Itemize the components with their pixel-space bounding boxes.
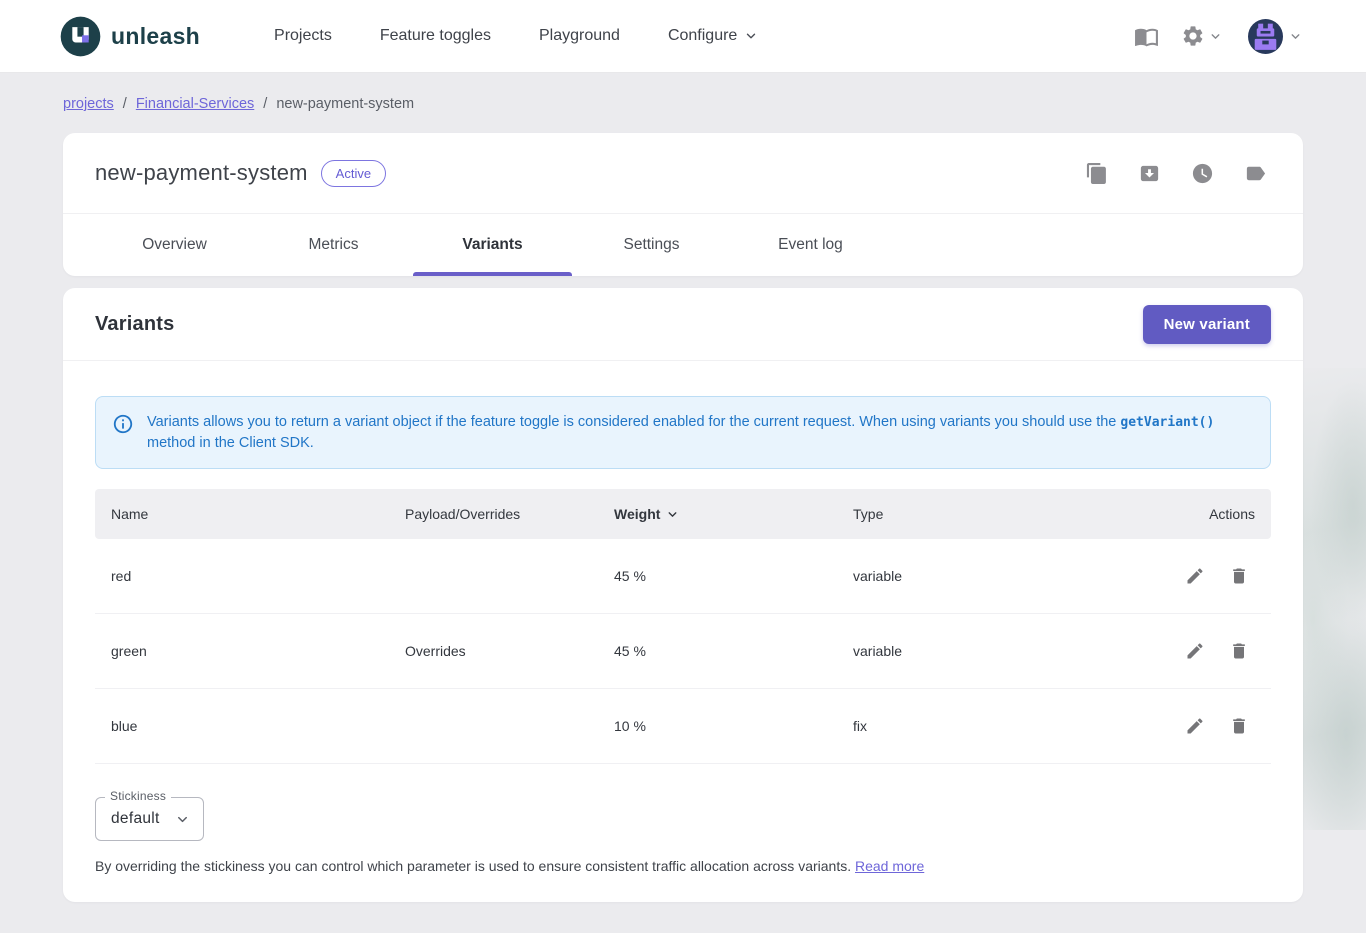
variants-card: Variants New variant Variants allows you… bbox=[63, 288, 1303, 902]
delete-variant-button[interactable] bbox=[1223, 710, 1255, 742]
variant-row-green: green Overrides 45 % variable bbox=[95, 614, 1271, 689]
tab-overview[interactable]: Overview bbox=[95, 214, 254, 276]
copy-icon bbox=[1085, 162, 1108, 185]
edit-variant-button[interactable] bbox=[1179, 635, 1211, 667]
variant-type: variable bbox=[853, 568, 1100, 584]
tag-icon bbox=[1244, 162, 1267, 185]
nav-item-playground[interactable]: Playground bbox=[539, 27, 620, 45]
settings-menu-button[interactable] bbox=[1177, 20, 1226, 52]
breadcrumb: projects / Financial-Services / new-paym… bbox=[63, 96, 1303, 112]
delete-variant-button[interactable] bbox=[1223, 635, 1255, 667]
variant-name: green bbox=[111, 643, 405, 659]
chevron-down-icon bbox=[1289, 30, 1302, 43]
stickiness-value: default bbox=[111, 810, 160, 828]
feature-header-card: new-payment-system Active bbox=[63, 133, 1303, 276]
trash-icon bbox=[1229, 641, 1249, 661]
variants-section-title: Variants bbox=[95, 313, 174, 336]
variant-weight: 10 % bbox=[614, 718, 853, 734]
new-variant-button[interactable]: New variant bbox=[1143, 305, 1271, 344]
variant-weight: 45 % bbox=[614, 643, 853, 659]
pencil-icon bbox=[1185, 716, 1205, 736]
trash-icon bbox=[1229, 566, 1249, 586]
column-header-type[interactable]: Type bbox=[853, 506, 1100, 522]
top-navigation: unleash Projects Feature toggles Playgro… bbox=[0, 0, 1366, 73]
archive-feature-button[interactable] bbox=[1136, 160, 1163, 187]
tab-settings[interactable]: Settings bbox=[572, 214, 731, 276]
active-tab-indicator bbox=[413, 272, 572, 276]
breadcrumb-current: new-payment-system bbox=[276, 96, 414, 112]
sort-chevron-down-icon bbox=[666, 508, 679, 521]
stickiness-label: Stickiness bbox=[105, 789, 171, 803]
page-content: projects / Financial-Services / new-paym… bbox=[0, 96, 1366, 902]
info-icon bbox=[112, 413, 134, 453]
delete-variant-button[interactable] bbox=[1223, 560, 1255, 592]
column-header-weight[interactable]: Weight bbox=[614, 506, 853, 522]
edit-variant-button[interactable] bbox=[1179, 560, 1211, 592]
brand-name: unleash bbox=[111, 23, 200, 50]
breadcrumb-separator: / bbox=[263, 96, 267, 112]
clock-icon bbox=[1191, 162, 1214, 185]
pencil-icon bbox=[1185, 566, 1205, 586]
code-snippet: getVariant() bbox=[1120, 415, 1214, 430]
stickiness-select[interactable]: default bbox=[95, 797, 204, 841]
variant-payload: Overrides bbox=[405, 643, 614, 659]
variant-name: blue bbox=[111, 718, 405, 734]
breadcrumb-separator: / bbox=[123, 96, 127, 112]
copy-feature-button[interactable] bbox=[1083, 160, 1110, 187]
avatar bbox=[1248, 19, 1283, 54]
variant-name: red bbox=[111, 568, 405, 584]
feature-tabs: Overview Metrics Variants Settings Event… bbox=[63, 214, 1303, 276]
status-badge: Active bbox=[321, 160, 386, 187]
documentation-button[interactable] bbox=[1130, 20, 1163, 53]
feature-title: new-payment-system bbox=[95, 160, 308, 186]
tab-variants[interactable]: Variants bbox=[413, 214, 572, 276]
variant-row-blue: blue 10 % fix bbox=[95, 689, 1271, 764]
variants-info-alert: Variants allows you to return a variant … bbox=[95, 396, 1271, 469]
variants-table: Name Payload/Overrides Weight Type Actio… bbox=[95, 489, 1271, 764]
chevron-down-icon bbox=[744, 29, 758, 43]
nav-item-feature-toggles[interactable]: Feature toggles bbox=[380, 27, 491, 45]
breadcrumb-projects-link[interactable]: projects bbox=[63, 96, 114, 112]
trash-icon bbox=[1229, 716, 1249, 736]
read-more-link[interactable]: Read more bbox=[855, 858, 924, 874]
stickiness-description: By overriding the stickiness you can con… bbox=[95, 858, 1271, 874]
user-menu-button[interactable] bbox=[1240, 19, 1302, 54]
variant-type: variable bbox=[853, 643, 1100, 659]
variant-weight: 45 % bbox=[614, 568, 853, 584]
table-header-row: Name Payload/Overrides Weight Type Actio… bbox=[95, 489, 1271, 539]
column-header-payload[interactable]: Payload/Overrides bbox=[405, 506, 614, 522]
unleash-logo-icon bbox=[60, 16, 101, 57]
tag-feature-button[interactable] bbox=[1242, 160, 1269, 187]
history-feature-button[interactable] bbox=[1189, 160, 1216, 187]
breadcrumb-project-link[interactable]: Financial-Services bbox=[136, 96, 254, 112]
tab-event-log[interactable]: Event log bbox=[731, 214, 890, 276]
tab-metrics[interactable]: Metrics bbox=[254, 214, 413, 276]
chevron-down-icon bbox=[1209, 30, 1222, 43]
column-header-actions: Actions bbox=[1100, 506, 1255, 522]
pencil-icon bbox=[1185, 641, 1205, 661]
column-header-name[interactable]: Name bbox=[111, 506, 405, 522]
book-icon bbox=[1134, 24, 1159, 49]
main-nav: Projects Feature toggles Playground Conf… bbox=[274, 27, 758, 45]
chevron-down-icon bbox=[175, 812, 190, 827]
nav-item-configure[interactable]: Configure bbox=[668, 27, 758, 45]
edit-variant-button[interactable] bbox=[1179, 710, 1211, 742]
alert-text: Variants allows you to return a variant … bbox=[147, 412, 1252, 453]
variant-type: fix bbox=[853, 718, 1100, 734]
unleash-logo[interactable]: unleash bbox=[60, 16, 200, 57]
gear-icon bbox=[1181, 24, 1205, 48]
archive-icon bbox=[1138, 162, 1161, 185]
variant-row-red: red 45 % variable bbox=[95, 539, 1271, 614]
nav-item-projects[interactable]: Projects bbox=[274, 27, 332, 45]
